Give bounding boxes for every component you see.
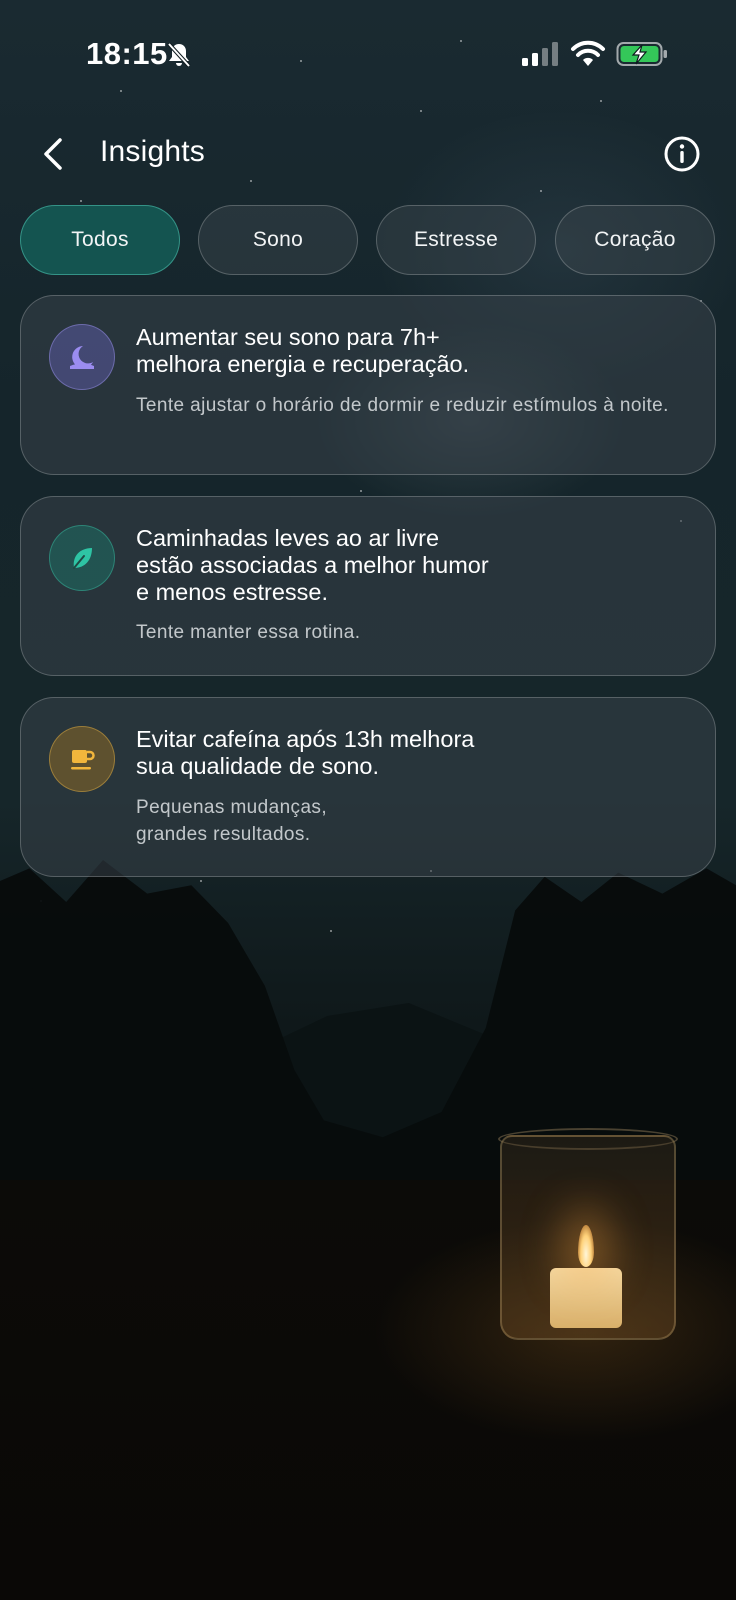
bell-muted-icon	[167, 42, 191, 68]
coffee-cup-icon	[71, 750, 95, 770]
battery-charging-icon	[616, 42, 667, 66]
insight-card-caffeine[interactable]: Evitar cafeína após 13h melhora sua qual…	[20, 697, 716, 877]
cellular-signal-icon	[522, 42, 558, 66]
insight-icon-badge	[49, 726, 115, 792]
insight-title: Caminhadas leves ao ar livre estão assoc…	[136, 525, 489, 605]
wifi-icon	[571, 40, 605, 66]
insight-icon-badge	[49, 324, 115, 390]
status-time: 18:15	[86, 36, 168, 71]
insight-card-sleep[interactable]: Aumentar seu sono para 7h+ melhora energ…	[20, 295, 716, 475]
insight-icon-badge	[49, 525, 115, 591]
insight-card-walking[interactable]: Caminhadas leves ao ar livre estão assoc…	[20, 496, 716, 676]
insight-text: Pequenas mudanças, grandes resultados.	[136, 797, 327, 845]
status-bar: 18:15	[0, 0, 736, 110]
insight-text: Tente manter essa rotina.	[136, 622, 361, 643]
back-arrow-icon[interactable]	[36, 134, 72, 174]
tab-sono[interactable]: Sono	[198, 205, 358, 275]
tab-todos[interactable]: Todos	[20, 205, 180, 275]
insight-title: Evitar cafeína após 13h melhora sua qual…	[136, 726, 475, 779]
insight-text: Tente ajustar o horário de dormir e redu…	[136, 395, 669, 416]
candle	[550, 1268, 622, 1328]
tab-coracao[interactable]: Coração	[555, 205, 715, 275]
insight-title: Aumentar seu sono para 7h+ melhora energ…	[136, 324, 470, 377]
moon-icon	[70, 346, 94, 369]
page-title: Insights	[100, 135, 205, 168]
leaf-icon	[73, 548, 92, 569]
tab-estresse[interactable]: Estresse	[376, 205, 536, 275]
filter-tabs: Todos Sono Estresse Coração	[20, 205, 716, 275]
info-icon[interactable]	[663, 135, 701, 173]
